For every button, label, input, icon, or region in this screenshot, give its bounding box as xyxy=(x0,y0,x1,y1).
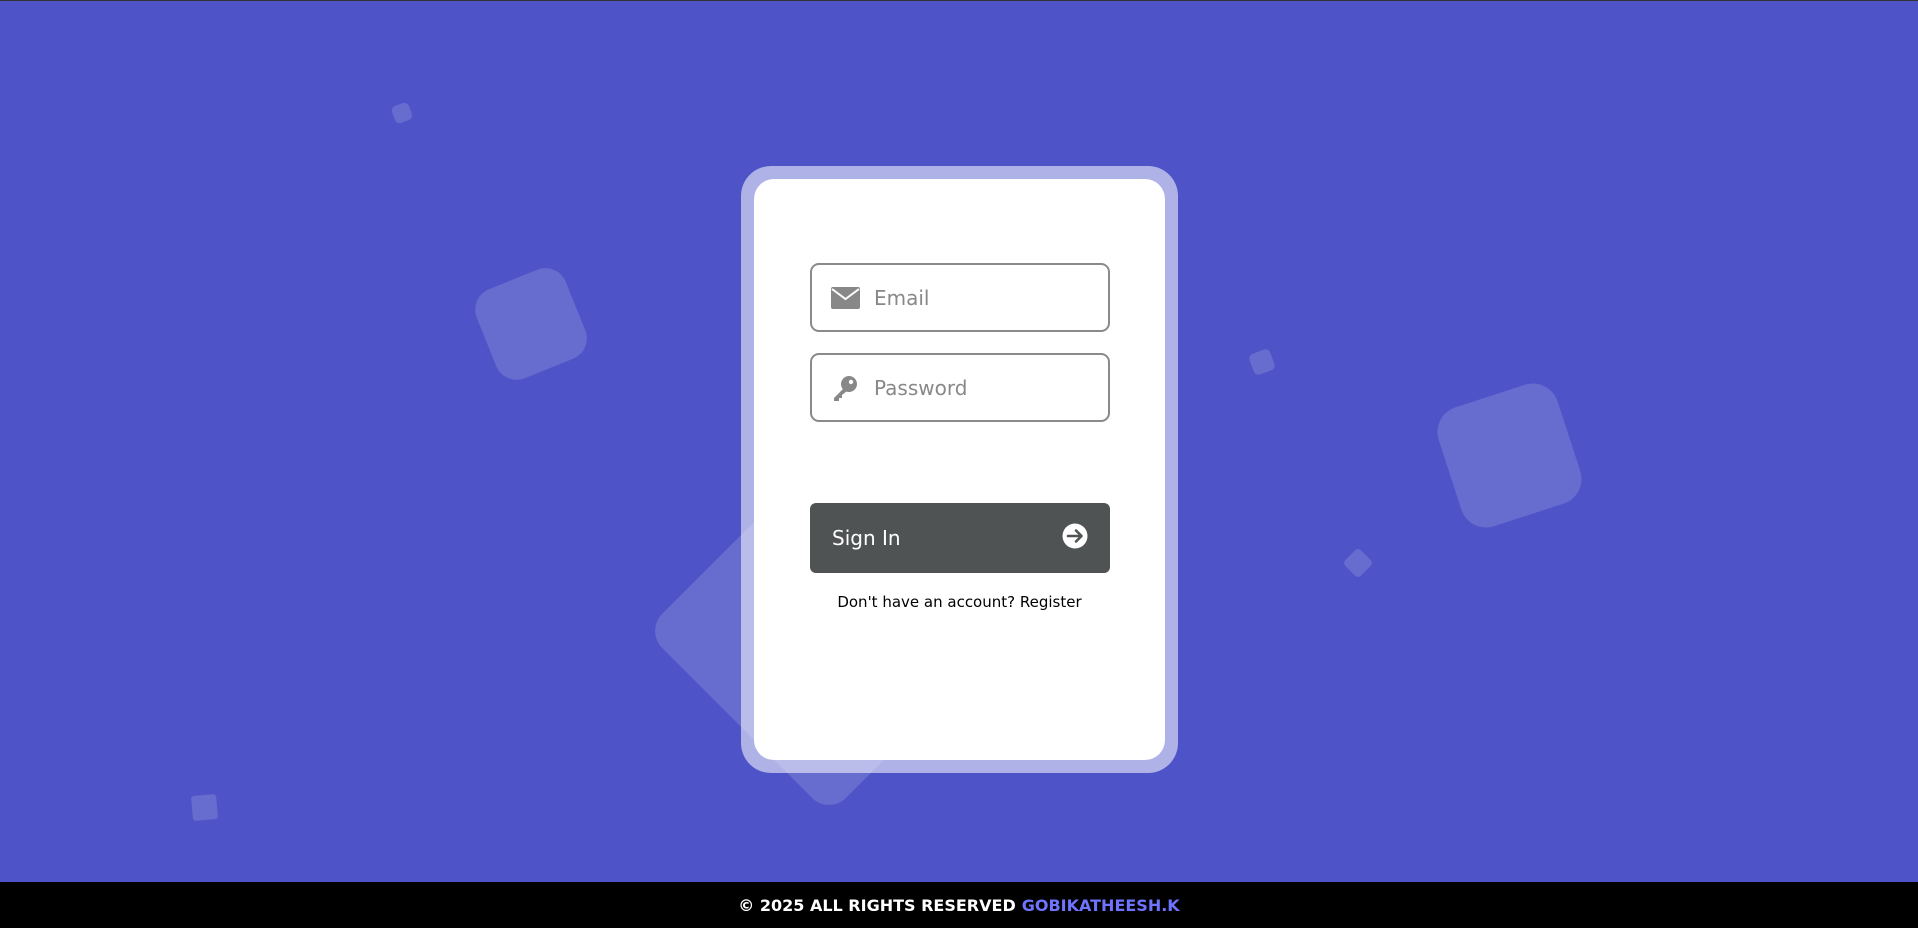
email-input[interactable] xyxy=(874,285,1094,310)
footer: © 2025 ALL RIGHTS RESERVED GOBIKATHEESH.… xyxy=(0,882,1918,928)
login-card: Sign In Don't have an account? Register xyxy=(754,179,1165,760)
password-field[interactable] xyxy=(810,353,1110,422)
register-prompt-text: Don't have an account? xyxy=(837,593,1016,611)
sign-in-button[interactable]: Sign In xyxy=(810,503,1110,573)
email-field[interactable] xyxy=(810,263,1110,332)
author-name: GOBIKATHEESH.K xyxy=(1021,896,1180,915)
envelope-icon xyxy=(830,286,860,309)
bg-shape xyxy=(1342,547,1374,579)
copyright-text: © 2025 ALL RIGHTS RESERVED xyxy=(738,896,1016,915)
key-icon xyxy=(830,375,860,401)
arrow-circle-right-icon xyxy=(1062,523,1088,554)
bg-shape xyxy=(1247,347,1277,377)
bg-shape xyxy=(1430,376,1589,535)
bg-shape xyxy=(468,261,594,387)
password-input[interactable] xyxy=(874,375,1094,400)
register-prompt: Don't have an account? Register xyxy=(754,593,1165,611)
bg-shape xyxy=(390,101,414,125)
bg-shape xyxy=(190,793,219,822)
sign-in-label: Sign In xyxy=(832,526,901,550)
login-card-frame: Sign In Don't have an account? Register xyxy=(741,166,1178,773)
register-link[interactable]: Register xyxy=(1020,593,1082,611)
